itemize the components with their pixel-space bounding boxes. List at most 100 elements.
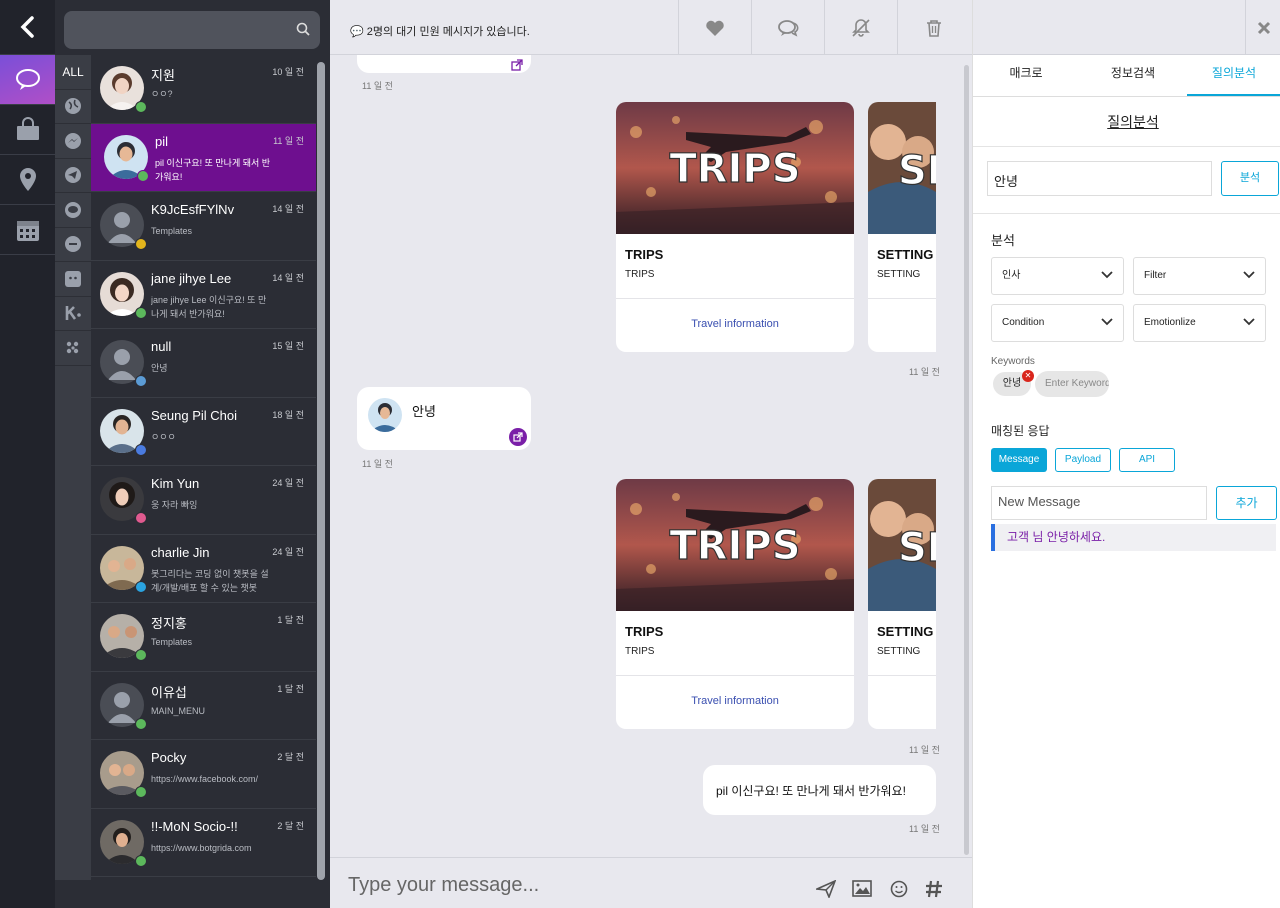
channel-messenger[interactable]: [55, 124, 91, 159]
response-type-message[interactable]: Message: [991, 448, 1047, 472]
tab-info-search[interactable]: 정보검색: [1079, 55, 1187, 96]
channel-kakao-talk[interactable]: [55, 228, 91, 262]
channel-badge: [135, 854, 147, 867]
list-scrollbar-thumb[interactable]: [317, 62, 325, 880]
contact-name: pil: [155, 133, 169, 149]
filter-select[interactable]: Filter: [1133, 257, 1266, 295]
matched-label: 매칭된 응답: [991, 424, 1050, 438]
intent-select-value: 인사: [1002, 270, 1021, 281]
hashtag-icon[interactable]: [925, 880, 943, 898]
conversation-preview: 봇그리다는 코딩 없이 챗봇을 설계/개발/배포 할 수 있는 챗봇: [151, 568, 269, 593]
card-button[interactable]: Travel information: [616, 695, 854, 707]
plus-friend-icon: [65, 270, 81, 287]
conversation-preview: jane jihye Lee 이신구요! 또 만나게 돼서 반가워요!: [151, 294, 267, 319]
chat-scrollbar[interactable]: [964, 65, 969, 855]
kakao-k-icon: [65, 306, 81, 321]
conversation-item[interactable]: null 15 일 전 안녕: [91, 329, 316, 398]
tab-query-analysis[interactable]: 질의분석: [1187, 55, 1280, 96]
image-icon[interactable]: [852, 880, 872, 897]
conversation-preview: 안녕: [151, 363, 168, 373]
nav-shop[interactable]: [0, 105, 55, 155]
response-item[interactable]: 고객 님 안녕하세요.: [991, 524, 1276, 551]
message-list: 11 일 전 TRIPS TRIPS TRIPS Travel informat…: [330, 55, 972, 857]
analyze-button[interactable]: 분석: [1221, 161, 1279, 196]
message-input[interactable]: Type your message...: [348, 874, 539, 897]
card-divider: [616, 675, 854, 676]
carousel-card: TRIPS TRIPS TRIPS Travel information: [616, 102, 854, 352]
conversation-time: 1 달 전: [277, 683, 304, 694]
conversation-time: 2 달 전: [277, 752, 304, 762]
channel-line[interactable]: [55, 193, 91, 228]
favorite-button[interactable]: [678, 0, 751, 55]
card-title: TRIPS: [625, 247, 664, 262]
conversation-time: 10 일 전: [272, 67, 304, 77]
conversation-item[interactable]: !!-MoN Socio-!! 2 달 전 https://www.botgri…: [91, 809, 316, 877]
mute-button[interactable]: [824, 0, 897, 55]
card-button[interactable]: Travel information: [616, 318, 854, 330]
close-panel-button[interactable]: [1245, 0, 1280, 55]
conversation-time: 24 일 전: [272, 546, 304, 557]
contact-name: charlie Jin: [151, 544, 210, 560]
message-time: 11 일 전: [909, 745, 940, 755]
nav-location[interactable]: [0, 155, 55, 205]
response-type-api[interactable]: API: [1119, 448, 1175, 472]
conversation-item[interactable]: Kim Yun 24 일 전 웅 자라 빠잉: [91, 466, 316, 535]
card-image: TRIPS: [616, 102, 854, 234]
search-input[interactable]: [64, 11, 320, 49]
chat-icon: [15, 68, 40, 90]
messenger-icon: [65, 132, 81, 149]
nav-chat[interactable]: [0, 55, 55, 105]
delete-button[interactable]: [897, 0, 970, 55]
contact-name: null: [151, 339, 172, 354]
back-button[interactable]: [0, 0, 55, 55]
remove-keyword-button[interactable]: ✕: [1022, 370, 1034, 382]
emotion-select[interactable]: Emotionlize: [1133, 304, 1266, 342]
tab-macro[interactable]: 매크로: [973, 55, 1079, 96]
open-link-button[interactable]: [509, 428, 527, 446]
channel-badge: [135, 512, 147, 524]
channel-web[interactable]: [55, 90, 91, 124]
query-input[interactable]: 안녕: [987, 161, 1212, 196]
message-text: pil 이신구요! 또 만나게 돼서 반가워요!: [716, 784, 906, 798]
channel-plus-friend[interactable]: [55, 262, 91, 297]
channel-all[interactable]: ALL: [55, 55, 91, 90]
add-message-button[interactable]: 추가: [1216, 486, 1277, 520]
tab-divider: [973, 96, 1280, 97]
nav-calendar[interactable]: [0, 205, 55, 255]
conversation-item[interactable]: jane jihye Lee 14 일 전 jane jihye Lee 이신구…: [91, 261, 316, 329]
conversation-preview: MAIN_MENU: [151, 705, 206, 716]
intent-select[interactable]: 인사: [991, 257, 1124, 295]
conversation-item[interactable]: 이유섭 1 달 전 MAIN_MENU: [91, 672, 316, 740]
conversation-list: 지원 10 일 전 ㅇㅇ? pil 11 일 전 pil 이신구요! 또 만나게…: [91, 55, 316, 880]
channel-kakao[interactable]: [55, 297, 91, 331]
message-time: 11 일 전: [909, 367, 940, 377]
conversation-item[interactable]: Pocky 2 달 전 https://www.facebook.com/: [91, 740, 316, 809]
conversation-item[interactable]: K9JcEsfFYlNv 14 일 전 Templates: [91, 192, 316, 261]
carousel-card-partial: SE SETTING SETTING: [868, 102, 936, 352]
conversation-item[interactable]: charlie Jin 24 일 전 봇그리다는 코딩 없이 챗봇을 설계/개발…: [91, 535, 316, 603]
transfer-button[interactable]: [751, 0, 824, 55]
external-link-icon[interactable]: [511, 59, 523, 71]
card-divider: [616, 298, 854, 299]
carousel-card: TRIPS TRIPS TRIPS Travel information: [616, 479, 854, 729]
conversation-time: 1 달 전: [277, 615, 304, 625]
contact-name: Seung Pil Choi: [151, 407, 237, 423]
conversation-item[interactable]: 정지홍 1 달 전 Templates: [91, 603, 316, 672]
channel-telegram[interactable]: [55, 159, 91, 193]
keyword-input[interactable]: Enter Keyword: [1035, 371, 1109, 397]
emoji-icon[interactable]: [890, 880, 908, 898]
section-divider: [973, 146, 1280, 147]
external-link-icon: [513, 432, 523, 442]
card-subtitle: SETTING: [877, 269, 921, 280]
channel-badge: [135, 238, 147, 250]
contact-name: K9JcEsfFYlNv: [151, 202, 235, 217]
new-message-input[interactable]: New Message: [991, 486, 1207, 520]
response-type-payload[interactable]: Payload: [1055, 448, 1111, 472]
send-icon[interactable]: [816, 880, 836, 898]
conversation-item[interactable]: 지원 10 일 전 ㅇㅇ?: [91, 55, 316, 124]
conversation-item[interactable]: Seung Pil Choi 18 일 전 ㅇㅇㅇ: [91, 398, 316, 466]
conversation-item-selected[interactable]: pil 11 일 전 pil 이신구요! 또 만나게 돼서 반가워요!: [91, 123, 316, 192]
condition-select[interactable]: Condition: [991, 304, 1124, 342]
sender-avatar: [368, 398, 402, 432]
channel-slack[interactable]: [55, 331, 91, 366]
